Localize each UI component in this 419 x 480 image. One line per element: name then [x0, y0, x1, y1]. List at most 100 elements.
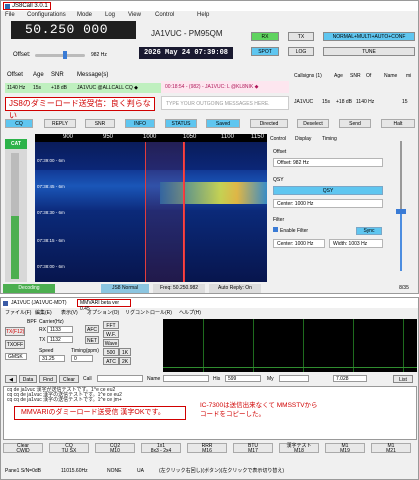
macro-button[interactable]: 漢字テスト M18: [279, 443, 319, 454]
menu-configurations[interactable]: Configurations: [27, 12, 66, 18]
reply-button[interactable]: REPLY: [44, 119, 76, 128]
filter-center-field[interactable]: Center: 1000 Hz: [273, 239, 325, 248]
tx-carrier-input[interactable]: 1132: [47, 336, 73, 343]
offset-slider-thumb[interactable]: [63, 51, 67, 59]
volume-slider-thumb[interactable]: [396, 209, 406, 214]
scope-baseline: [163, 367, 417, 368]
his-input[interactable]: 599: [225, 375, 261, 382]
snr-button[interactable]: SNR: [85, 119, 115, 128]
menu-edit[interactable]: 編集(E): [35, 309, 52, 316]
app-icon: [3, 301, 8, 306]
speed-input[interactable]: 31.25: [39, 355, 65, 362]
qsy-button[interactable]: QSY: [273, 186, 383, 195]
tick-label: 1100: [221, 134, 234, 140]
tx-button[interactable]: TX: [288, 32, 314, 41]
scale-1k-button[interactable]: 1K: [119, 348, 131, 356]
clear-button[interactable]: Clear: [59, 375, 79, 383]
waterfall-button[interactable]: W.F.: [103, 330, 119, 338]
menu-help[interactable]: ヘルプ(H): [179, 309, 201, 316]
spectrum-scope[interactable]: [163, 319, 417, 372]
net-button[interactable]: NET: [85, 336, 99, 344]
scope-gridline: [303, 319, 304, 372]
mode-select[interactable]: GMSK: [5, 353, 27, 360]
rx-carrier-input[interactable]: 1133: [47, 326, 73, 333]
call-input[interactable]: [97, 375, 143, 382]
callsign-row[interactable]: JA1VUC 15s +18 dB 1140 Hz 15: [294, 99, 414, 108]
menu-view[interactable]: View: [128, 12, 141, 18]
send-button[interactable]: Send: [339, 119, 371, 128]
menu-options[interactable]: オプション(O): [87, 309, 119, 316]
scale-2k-button[interactable]: 2K: [119, 357, 131, 365]
tune-button[interactable]: TUNE: [323, 47, 415, 56]
frequency-display[interactable]: 50.250 000: [11, 21, 136, 39]
info-button[interactable]: INFO: [125, 119, 155, 128]
cq-button[interactable]: CQ: [5, 119, 33, 128]
tx-f12-button[interactable]: TX(F12): [5, 327, 25, 336]
macro-button[interactable]: M1 M21: [371, 443, 411, 454]
macro-button[interactable]: M1 M19: [325, 443, 365, 454]
receive-window[interactable]: cq de ja1vuc 漢字が送信テストです。1^e ce eu2 cq cq…: [3, 386, 417, 440]
timing-input[interactable]: 0: [71, 355, 93, 362]
wave-button[interactable]: Wave: [103, 339, 119, 347]
row-age: 15s: [33, 85, 42, 91]
atc-button[interactable]: ATC: [103, 357, 119, 365]
tab-timing[interactable]: Timing: [322, 136, 337, 142]
list-button[interactable]: List: [393, 375, 413, 383]
frequency-ruler[interactable]: 900 950 1000 1050 1100 1150: [35, 134, 267, 142]
menu-rig-control[interactable]: リグコントロール(R): [125, 309, 172, 316]
menu-control[interactable]: Control: [155, 12, 174, 18]
menu-mode[interactable]: Mode: [77, 12, 92, 18]
macro-button[interactable]: 1x1 8x3 - 2x4: [141, 443, 181, 454]
menu-log[interactable]: Log: [105, 12, 115, 18]
txoff-button[interactable]: TXOFF: [5, 340, 25, 349]
frequency-input[interactable]: 7.028: [333, 375, 367, 382]
offset-field[interactable]: Offset: 982 Hz: [273, 158, 383, 167]
log-button[interactable]: LOG: [288, 47, 314, 56]
name-input[interactable]: [163, 375, 209, 382]
menu-file[interactable]: File: [5, 12, 15, 18]
col-messages: Message(s): [77, 72, 109, 78]
saved-button[interactable]: Saved: [206, 119, 240, 128]
macro-button[interactable]: CQ TU SX: [49, 443, 89, 454]
data-button[interactable]: Data: [19, 375, 37, 383]
macro-key: M16: [202, 448, 212, 454]
macro-button[interactable]: Clear CWID: [3, 443, 43, 454]
qsy-center-field[interactable]: Center: 1000 Hz: [273, 199, 383, 208]
sync-button[interactable]: Sync: [356, 227, 382, 235]
menu-help[interactable]: Help: [197, 12, 209, 18]
afc-button[interactable]: AFC: [85, 325, 99, 333]
band-activity-row[interactable]: 1140 Hz 15s +18 dB JA1VUC @ALLCALL CQ ◆: [5, 83, 178, 93]
filter-width-field[interactable]: Width: 1003 Hz: [329, 239, 383, 248]
my-input[interactable]: [279, 375, 309, 382]
macro-button[interactable]: CQ2 M10: [95, 443, 135, 454]
cat-indicator[interactable]: CAT: [5, 139, 27, 149]
directed-button[interactable]: Directed: [250, 119, 288, 128]
fft-button[interactable]: FFT: [103, 321, 119, 329]
menu-view[interactable]: 表示(V): [61, 309, 78, 316]
macro-button[interactable]: RRR M16: [187, 443, 227, 454]
scale-500-button[interactable]: 500: [103, 348, 119, 356]
enable-filter-checkbox[interactable]: Enable Filter: [273, 227, 353, 235]
rx-button[interactable]: RX: [251, 32, 279, 41]
scope-gridline: [203, 319, 204, 372]
data-icon[interactable]: ◀: [5, 375, 17, 383]
deselect-button[interactable]: Deselect: [297, 119, 329, 128]
waterfall-display[interactable]: 07:39:00 - 6m 07:38:45 - 6m 07:38:30 - 6…: [35, 142, 267, 282]
find-button[interactable]: Find: [39, 375, 57, 383]
tab-control[interactable]: Control: [270, 136, 286, 142]
status-button[interactable]: STATUS: [165, 119, 197, 128]
tab-display[interactable]: Display: [295, 136, 311, 142]
utc-clock: 2026 May 24 07:39:08: [139, 47, 233, 59]
halt-button[interactable]: Halt: [381, 119, 415, 128]
macro-button[interactable]: BTU M17: [233, 443, 273, 454]
offset-label: Offset:: [13, 52, 31, 58]
offset-slider[interactable]: [35, 54, 85, 57]
tx-label: TX: [39, 337, 46, 343]
mode-button[interactable]: NORMAL+MULTI+AUTO+CONF: [323, 32, 415, 41]
tick-label: 1150: [251, 134, 264, 140]
menu-file[interactable]: ファイル(F): [5, 309, 31, 316]
directed-message-row[interactable]: 00:18:54 - (982) - JA1VUC: L @KL8NIK ◆: [161, 81, 289, 93]
message-composer[interactable]: TYPE YOUR OUTGOING MESSAGES HERE.: [161, 96, 289, 110]
call-row: ◀ Data Find Clear Call Name His 599 My 7…: [3, 375, 417, 384]
spot-button[interactable]: SPOT: [251, 47, 279, 56]
